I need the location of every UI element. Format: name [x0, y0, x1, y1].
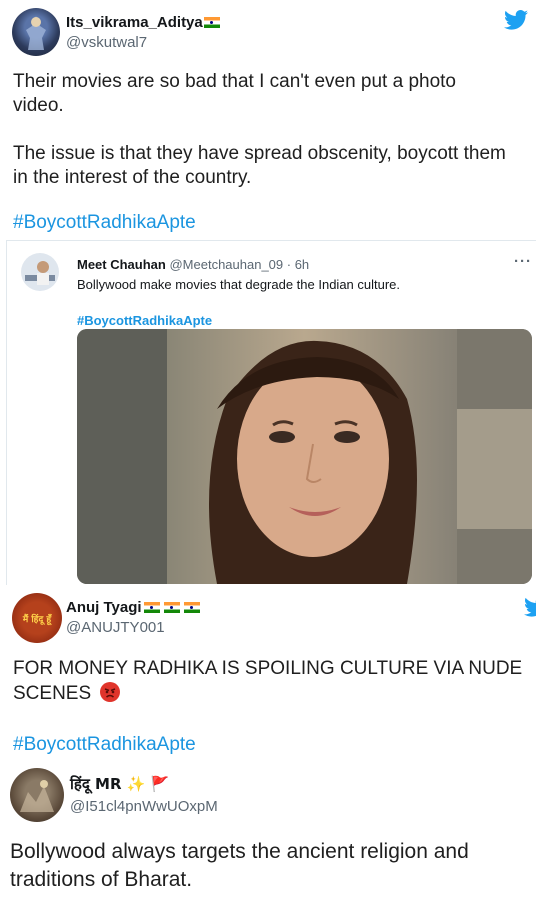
author-name[interactable]: हिंदू MR ✨ 🚩	[70, 774, 169, 794]
red-flag-icon: 🚩	[150, 775, 170, 793]
tweet-text-line: SCENES	[13, 682, 121, 706]
portrait-image	[77, 329, 532, 584]
tweet-text-line: FOR MONEY RADHIKA IS SPOILING CULTURE VI…	[13, 658, 523, 679]
tweet-text-line: Their movies are so bad that I can't eve…	[13, 71, 457, 92]
media-photo[interactable]	[77, 329, 532, 584]
tweet-text-line: video.	[13, 95, 64, 116]
avatar[interactable]	[10, 768, 64, 822]
author-handle[interactable]: @I51cl4pnWwUOxpM	[70, 798, 218, 815]
more-icon[interactable]: ···	[514, 253, 532, 270]
hashtag-link[interactable]: #BoycottRadhikaApte	[13, 212, 196, 234]
author-handle[interactable]: @Meetchauhan_09	[169, 257, 283, 272]
india-flag-icon	[163, 602, 180, 613]
tweet-1: Its_vikrama_Aditya @vskutwal7 Their movi…	[0, 0, 536, 240]
avatar[interactable]	[12, 8, 60, 56]
twitter-bird-icon[interactable]	[504, 10, 528, 30]
tweet-text-line: traditions of Bharat.	[10, 868, 193, 891]
twitter-bird-icon[interactable]	[524, 597, 536, 617]
avatar[interactable]: मैं हिंदू हूँ	[12, 593, 62, 643]
quoted-text: Bollywood make movies that degrade the I…	[77, 277, 401, 292]
author-name[interactable]: Meet Chauhan	[77, 257, 166, 272]
tweet-text-line: in the interest of the country.	[13, 167, 252, 188]
author-handle[interactable]: @vskutwal7	[66, 34, 147, 51]
tweet-text-line: The issue is that they have spread obsce…	[13, 143, 506, 164]
quoted-tweet[interactable]: Meet Chauhan @Meetchauhan_09 · 6h ··· Bo…	[6, 240, 536, 586]
avatar[interactable]	[21, 253, 59, 291]
india-flag-icon	[203, 17, 220, 28]
sparkles-icon: ✨	[126, 775, 146, 793]
author-name[interactable]: Its_vikrama_Aditya	[66, 14, 220, 31]
angry-face-icon	[100, 682, 121, 702]
quoted-author-line: Meet Chauhan @Meetchauhan_09 · 6h	[77, 257, 309, 272]
tweet-2: मैं हिंदू हूँ Anuj Tyagi @ANUJTY001 FOR …	[0, 585, 536, 760]
india-flag-icon	[183, 602, 200, 613]
author-name[interactable]: Anuj Tyagi	[66, 599, 200, 616]
author-handle[interactable]: @ANUJTY001	[66, 619, 165, 636]
hashtag-link[interactable]: #BoycottRadhikaApte	[13, 734, 196, 756]
india-flag-icon	[143, 602, 160, 613]
hashtag-link[interactable]: #BoycottRadhikaApte	[77, 313, 212, 328]
tweet-text-line: Bollywood always targets the ancient rel…	[10, 840, 469, 863]
timestamp[interactable]: · 6h	[287, 257, 309, 272]
tweet-3: हिंदू MR ✨ 🚩 @I51cl4pnWwUOxpM Bollywood …	[0, 760, 536, 900]
